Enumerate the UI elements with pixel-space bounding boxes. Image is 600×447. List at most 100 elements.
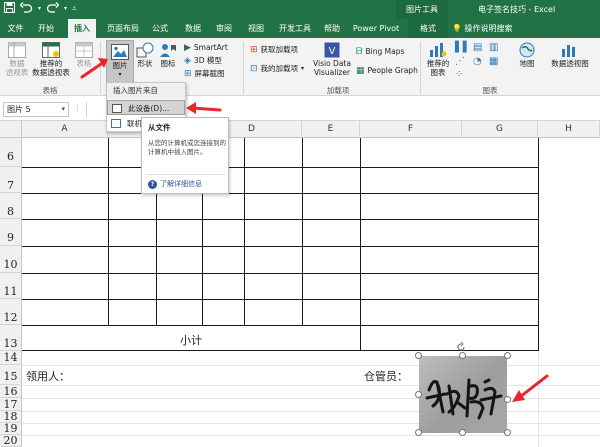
undo-dropdown-icon[interactable]: ▾ [38, 2, 41, 16]
ribbon-separator [100, 42, 101, 94]
resize-handle-top-left[interactable] [415, 352, 422, 359]
subtotal-label: 小计 [180, 334, 202, 347]
name-box-value: 图片 5 [7, 105, 31, 114]
tab-formulas[interactable]: 公式 [147, 19, 173, 38]
recommended-charts-button[interactable]: 推荐的 图表 [425, 42, 451, 77]
tab-developer[interactable]: 开发工具 [276, 19, 314, 38]
visio-data-visualizer-button[interactable]: V Visio Data Visualizer [312, 42, 352, 77]
column-header-f[interactable]: F [360, 121, 462, 138]
tab-home[interactable]: 开始 [33, 19, 59, 38]
gridline [22, 398, 600, 399]
maps-button[interactable]: 地图 [515, 42, 539, 68]
worksheet-grid[interactable] [22, 138, 600, 447]
row-header-16[interactable]: 16 [0, 385, 22, 398]
screenshot-button[interactable]: ⊞ 屏幕截图 [184, 68, 225, 79]
my-addins-button[interactable]: ⊡ 我的加载项 ▾ [250, 63, 304, 74]
smartart-button[interactable]: ▶ SmartArt [184, 42, 228, 53]
row-header-15[interactable]: 15 [0, 365, 22, 385]
learn-more-link[interactable]: ? 了解详细信息 [148, 179, 202, 189]
pivottable-icon [8, 42, 26, 58]
group-addins-label: 加载项 [326, 86, 350, 95]
pie-chart-icon[interactable]: ◔ [473, 56, 482, 67]
tab-power-pivot[interactable]: Power Pivot [352, 19, 400, 38]
bing-maps-button[interactable]: ᗷ Bing Maps [356, 46, 404, 57]
column-chart-icon[interactable]: ▌▌ [455, 42, 470, 53]
tab-data[interactable]: 数据 [180, 19, 206, 38]
icons-icon [160, 44, 176, 57]
row-header-8[interactable]: 8 [0, 193, 22, 219]
icons-button[interactable]: 图标 [159, 42, 177, 68]
more-options-icon[interactable]: ⋮ [74, 104, 81, 112]
scatter-chart-icon[interactable]: ⁘ [455, 69, 463, 80]
redo-dropdown-icon[interactable]: ▾ [64, 2, 67, 16]
column-header-g[interactable]: G [462, 121, 538, 138]
hierarchy-chart-icon[interactable]: ▤ [473, 42, 482, 53]
name-box[interactable]: 图片 5 ▾ [3, 102, 69, 117]
redo-icon[interactable] [46, 2, 60, 16]
line-chart-icon[interactable]: ⋰ [455, 56, 465, 67]
resize-handle-right[interactable] [504, 396, 511, 403]
shapes-button[interactable]: 形状 [136, 42, 154, 68]
rotate-handle-icon[interactable] [456, 342, 466, 352]
row-header-6[interactable]: 6 [0, 138, 22, 167]
ribbon-separator [420, 42, 421, 94]
resize-handle-bottom[interactable] [459, 429, 466, 436]
pivotchart-button[interactable]: 数据透视图 [545, 42, 595, 68]
row-header-11[interactable]: 11 [0, 273, 22, 299]
tab-file[interactable]: 文件 [3, 19, 28, 38]
save-icon[interactable] [4, 2, 15, 16]
smartart-icon: ▶ [184, 42, 191, 53]
picture-file-icon [112, 104, 122, 113]
shapes-label: 形状 [137, 59, 153, 68]
pictures-button[interactable]: 图片 ▾ [106, 40, 134, 83]
row-header-9[interactable]: 9 [0, 219, 22, 246]
menu-item-this-device[interactable]: 此设备(D)... [107, 100, 185, 115]
gridline [22, 411, 600, 412]
select-all-corner[interactable] [0, 121, 22, 138]
combo-chart-icon[interactable]: ▦ [489, 56, 498, 67]
resize-handle-left[interactable] [415, 391, 422, 398]
tab-format[interactable]: 格式 [408, 19, 448, 38]
chevron-down-icon[interactable]: ▾ [61, 103, 65, 116]
get-addins-button[interactable]: ⊞ 获取加载项 [250, 44, 298, 55]
tab-review[interactable]: 审阅 [211, 19, 237, 38]
resize-handle-top[interactable] [459, 352, 466, 359]
column-header-e[interactable]: E [302, 121, 360, 138]
recommended-pivottables-button[interactable]: 推荐的 数据透视表 [31, 42, 71, 77]
resize-handle-bottom-right[interactable] [504, 429, 511, 436]
resize-handle-bottom-left[interactable] [415, 429, 422, 436]
undo-icon[interactable] [19, 2, 33, 16]
row-header-7[interactable]: 7 [0, 167, 22, 193]
resize-handle-top-right[interactable] [504, 352, 511, 359]
column-header-a[interactable]: A [22, 121, 108, 138]
table-button[interactable]: 表格 [73, 42, 95, 68]
row-header-12[interactable]: 12 [0, 299, 22, 325]
tab-page-layout[interactable]: 页面布局 [103, 19, 143, 38]
row-header-20[interactable]: 20 [0, 435, 22, 447]
title-bar: ▾ ▾ ⩡ 图片工具 电子签名技巧 - Excel [0, 0, 600, 19]
tab-help[interactable]: 帮助 [320, 19, 344, 38]
lightbulb-icon: 💡 [452, 24, 462, 33]
table-border [22, 299, 538, 300]
statistic-chart-icon[interactable]: ▥ [489, 42, 498, 53]
row-header-13[interactable]: 13 [0, 325, 22, 351]
tell-me-search[interactable]: 💡 操作说明搜索 [452, 19, 513, 38]
table-border [538, 138, 539, 351]
people-graph-icon: ▦ [356, 65, 365, 76]
customize-qat-icon[interactable]: ⩡ [72, 2, 77, 16]
pictures-label: 图片 [112, 61, 128, 70]
pivottable-button[interactable]: 数据 透视表 [4, 42, 30, 77]
column-header-h[interactable]: H [538, 121, 600, 138]
group-charts-label: 图表 [482, 86, 498, 95]
people-graph-button[interactable]: ▦ People Graph [356, 65, 418, 76]
tab-insert[interactable]: 插入 [68, 19, 96, 38]
pivottable-label-1: 数据 [9, 59, 25, 68]
row-header-14[interactable]: 14 [0, 351, 22, 365]
table-border [22, 219, 538, 220]
gridline [22, 385, 600, 386]
signature-image[interactable] [419, 356, 507, 433]
3d-models-button[interactable]: ◈ 3D 模型 [184, 55, 222, 66]
pictures-icon [111, 44, 129, 60]
tab-view[interactable]: 视图 [243, 19, 269, 38]
row-header-10[interactable]: 10 [0, 246, 22, 273]
